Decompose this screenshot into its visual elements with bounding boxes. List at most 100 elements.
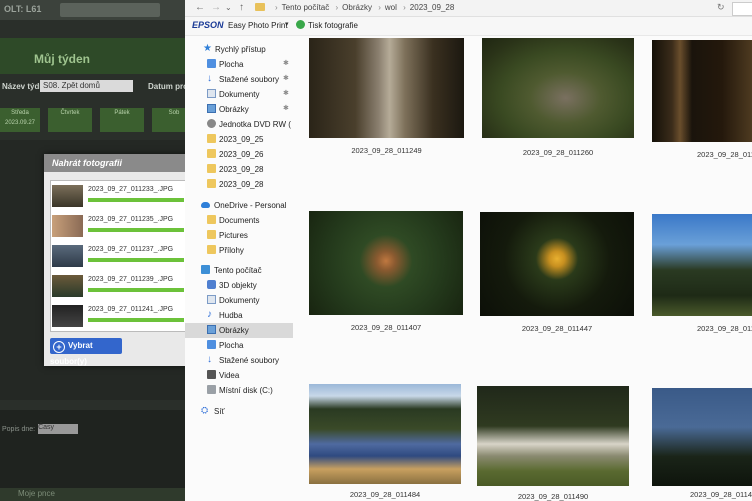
print-photo-button[interactable]: Tisk fotografie — [308, 21, 358, 30]
pictures-icon — [207, 104, 216, 113]
file-name: 2023_09_27_011241_.JPG — [88, 306, 174, 313]
epson-logo: EPSON — [192, 20, 224, 30]
upload-progress-bar — [88, 198, 184, 202]
address-bar: ← → ⌄ ↑ › Tento počítač › Obrázky › wol › 20… — [185, 0, 752, 17]
photo-caption: 2023_09_28_011484 — [349, 490, 421, 499]
nav-item-folder[interactable]: 2023_09_26 — [185, 147, 293, 162]
nav-item-folder[interactable]: Documents — [185, 213, 293, 228]
disk-icon — [207, 385, 216, 394]
nav-item-folder[interactable]: Přílohy — [185, 243, 293, 258]
nav-item-documents[interactable]: Dokumenty — [185, 293, 293, 308]
forward-arrow-icon[interactable]: → — [211, 2, 221, 13]
computer-icon — [201, 265, 210, 274]
breadcrumb-item[interactable]: Obrázky — [342, 3, 372, 12]
photo-image — [309, 211, 463, 315]
pictures-icon — [207, 325, 216, 334]
nav-item-folder[interactable]: 2023_09_28 — [185, 177, 293, 192]
nav-item-documents[interactable]: Dokumenty ✱ — [185, 87, 293, 102]
photo-grid: 2023_09_28_011249 2023_09_28_011260 2023… — [297, 36, 752, 501]
bg-day-cell[interactable]: Čtvrtek — [48, 108, 92, 132]
bg-top-input[interactable] — [60, 3, 160, 17]
music-icon: ♪ — [207, 309, 212, 320]
nav-item-dvd[interactable]: Jednotka DVD RW ( — [185, 117, 293, 132]
upload-file-item: 2023_09_27_011239_.JPG — [51, 271, 187, 301]
nav-item-pictures-selected[interactable]: Obrázky — [185, 323, 293, 338]
file-thumbnail — [52, 185, 83, 207]
folder-icon — [207, 164, 216, 173]
pin-icon: ✱ — [283, 90, 289, 97]
nav-item-desktop[interactable]: Plocha — [185, 338, 293, 353]
nav-item-downloads[interactable]: ↓ Stažené soubory — [185, 353, 293, 368]
search-input[interactable] — [732, 2, 752, 16]
desktop-icon — [207, 59, 216, 68]
nav-item-music[interactable]: ♪ Hudba — [185, 308, 293, 323]
folder-icon — [207, 149, 216, 158]
nav-quick-access[interactable]: ★ Rychlý přístup — [185, 42, 293, 57]
nav-this-pc[interactable]: Tento počítač — [185, 263, 293, 278]
folder-icon — [255, 3, 265, 11]
desktop-icon — [207, 340, 216, 349]
recent-chevron-icon[interactable]: ⌄ — [225, 3, 232, 12]
photo-caption: 2023_09_28_011407 — [350, 323, 422, 332]
nav-item-videos[interactable]: Videa — [185, 368, 293, 383]
download-icon: ↓ — [207, 354, 212, 365]
back-arrow-icon[interactable]: ← — [195, 2, 205, 13]
photo-caption: 2023_09_28_01146 — [697, 324, 752, 333]
bg-day-cell[interactable]: Středa 2023.09.27 — [0, 108, 40, 132]
nav-network[interactable]: ⛭ Síť — [185, 404, 293, 419]
bg-week-input[interactable]: S08. Zpět domů — [40, 80, 133, 92]
photo-image — [477, 386, 629, 486]
navigation-pane: ★ Rychlý přístup Plocha ✱ ↓ Stažené soubory… — [185, 36, 295, 501]
breadcrumb-item[interactable]: wol — [385, 3, 397, 12]
photo-caption: 2023_09_28_011447 — [521, 324, 593, 333]
nav-item-folder[interactable]: 2023_09_25 — [185, 132, 293, 147]
upload-file-item: 2023_09_27_011237_.JPG — [51, 241, 187, 271]
folder-icon — [207, 215, 216, 224]
bg-day-cell[interactable]: Pátek — [100, 108, 144, 132]
nav-item-local-disk[interactable]: Místní disk (C:) — [185, 383, 293, 398]
print-photo-icon[interactable] — [296, 20, 305, 29]
folder-icon — [207, 134, 216, 143]
refresh-icon[interactable]: ↻ — [717, 2, 725, 13]
nav-item-folder[interactable]: 2023_09_28 — [185, 162, 293, 177]
photo-image — [309, 38, 464, 138]
nav-onedrive[interactable]: OneDrive - Personal — [185, 198, 293, 213]
select-files-button[interactable]: + Vybrat soubor(y) — [50, 338, 122, 366]
bg-bottom-tab[interactable]: Moje pnce — [0, 488, 200, 501]
folder-icon — [207, 245, 216, 254]
photo-image — [652, 388, 752, 486]
file-name: 2023_09_27_011235_.JPG — [88, 216, 174, 223]
breadcrumb[interactable]: › Tento počítač › Obrázky › wol › 2023_09_28 — [271, 3, 454, 12]
photo-image — [482, 38, 634, 138]
documents-icon — [207, 295, 216, 304]
dropdown-arrow-icon[interactable]: ▾ — [285, 20, 289, 28]
nav-item-3d-objects[interactable]: 3D objekty — [185, 278, 293, 293]
breadcrumb-item[interactable]: Tento počítač — [282, 3, 330, 12]
file-explorer-window: ← → ⌄ ↑ › Tento počítač › Obrázky › wol › 20… — [185, 0, 752, 501]
bg-page-title: Můj týden — [34, 52, 90, 66]
bg-top-bar: OLT: L61 — [0, 0, 200, 20]
folder-icon — [207, 230, 216, 239]
breadcrumb-item[interactable]: 2023_09_28 — [410, 3, 455, 12]
photo-caption: 2023_09_28_01131 — [697, 150, 752, 159]
upload-file-item: 2023_09_27_011241_.JPG — [51, 301, 187, 331]
plus-icon: + — [53, 341, 65, 353]
photo-caption: 2023_09_28_011490 — [517, 492, 589, 501]
nav-item-pictures[interactable]: Obrázky ✱ — [185, 102, 293, 117]
upload-dialog-title: Nahrát fotografii — [44, 154, 190, 172]
nav-item-downloads[interactable]: ↓ Stažené soubory ✱ — [185, 72, 293, 87]
easy-photo-print-button[interactable]: Easy Photo Print — [228, 21, 288, 30]
file-thumbnail — [52, 215, 83, 237]
nav-item-desktop[interactable]: Plocha ✱ — [185, 57, 293, 72]
photo-image — [309, 384, 461, 484]
file-thumbnail — [52, 305, 83, 327]
bg-header — [0, 38, 200, 74]
photo-caption: 2023_09_28_011260 — [522, 148, 594, 157]
upload-file-item: 2023_09_27_011233_.JPG — [51, 181, 187, 211]
dvd-icon — [207, 119, 216, 128]
pin-icon: ✱ — [283, 75, 289, 82]
up-arrow-icon[interactable]: ↑ — [239, 2, 244, 13]
bg-filter-select[interactable]: Časy — [38, 424, 79, 434]
upload-file-list: 2023_09_27_011233_.JPG 2023_09_27_011235… — [50, 180, 188, 332]
nav-item-folder[interactable]: Pictures — [185, 228, 293, 243]
